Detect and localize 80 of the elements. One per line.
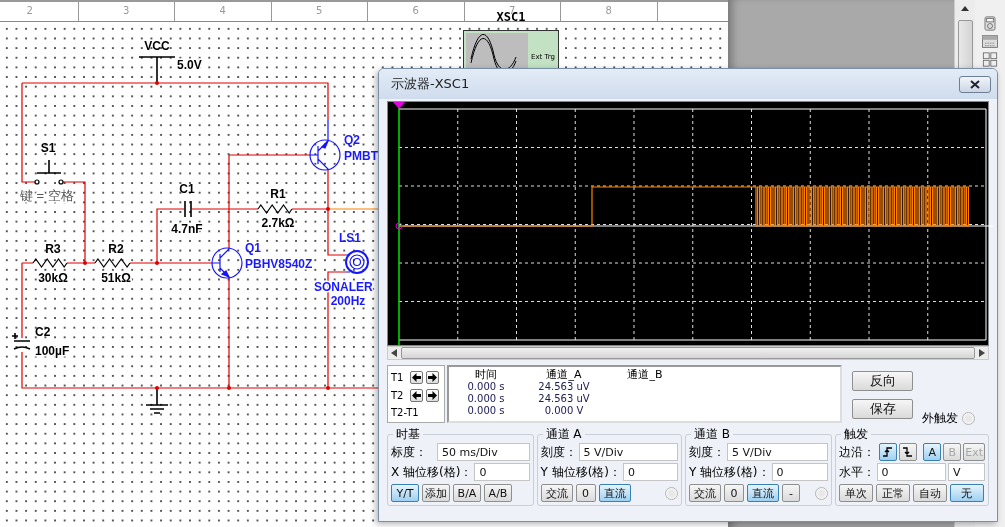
coupling-button[interactable]: 0	[575, 484, 596, 502]
channel-button[interactable]: -	[782, 484, 800, 502]
column-header: 通道_A	[545, 369, 583, 381]
readout-value: 24.563 uV	[537, 381, 591, 393]
offset-field[interactable]: 0	[623, 463, 678, 481]
field-label: 标度：	[391, 443, 427, 461]
coupling-button[interactable]: 直流	[598, 484, 631, 502]
component-value: 51kΩ	[101, 271, 131, 285]
unit-field[interactable]: V	[947, 463, 985, 481]
ruler-number: 8	[561, 2, 658, 21]
coupling-button[interactable]: 直流	[747, 484, 779, 502]
component-label: R3	[45, 242, 61, 256]
component-label: S1	[40, 141, 56, 155]
group-title: 通道 B	[693, 426, 732, 443]
window-title: 示波器-XSC1	[391, 75, 470, 93]
source-button: Ext	[963, 443, 985, 461]
cursor-label: T1	[391, 371, 405, 383]
component-value: 键 = 空格	[20, 188, 74, 203]
ruler-number: 3	[78, 2, 175, 21]
ruler-number: 2	[0, 2, 79, 21]
scale-field[interactable]: 5 V/Div	[578, 443, 678, 461]
readout-value: 0.000 s	[466, 405, 506, 417]
cursor-label: T2-T1	[391, 406, 419, 418]
level-field[interactable]: 0	[876, 463, 946, 481]
offset-field[interactable]: 0	[474, 463, 530, 481]
mode-button[interactable]: Y/T	[391, 484, 419, 502]
component-label: C1	[179, 182, 195, 196]
column-header: 时间	[474, 369, 498, 381]
component-value: 100µF	[35, 344, 70, 358]
component-value: 5.0V	[177, 58, 202, 72]
field-label: X 轴位移(格)：	[391, 463, 473, 481]
action-button[interactable]: 反向	[852, 371, 913, 391]
coupling-button[interactable]: 交流	[540, 484, 573, 502]
group-title: 触发	[842, 426, 869, 443]
component-label: VCC	[144, 39, 170, 53]
group-title: 时基	[395, 426, 421, 443]
trigger-mode-button[interactable]: 自动	[912, 484, 947, 502]
source-button: B	[943, 443, 962, 461]
ruler-number: 5	[271, 2, 368, 21]
group-title: 通道 A	[544, 426, 583, 443]
component-label: LS1	[339, 231, 361, 245]
field-label: 水平：	[838, 463, 875, 481]
component-value: 30kΩ	[38, 271, 68, 285]
offset-field[interactable]: 0	[771, 463, 828, 481]
component-value: 200Hz	[330, 294, 366, 308]
mode-button[interactable]: 添加	[422, 484, 450, 502]
field-label: 刻度：	[689, 443, 725, 461]
coupling-button[interactable]: 交流	[689, 484, 721, 502]
component-label: R2	[108, 242, 124, 256]
ext-trigger-label: 外触发	[922, 410, 958, 427]
component-value: 2.7kΩ	[261, 216, 295, 230]
component-label: Q1	[245, 241, 261, 255]
source-button[interactable]: A	[923, 443, 942, 461]
field-label: 刻度：	[540, 443, 577, 461]
action-button[interactable]: 保存	[852, 399, 913, 419]
cursor-label: T2	[391, 389, 405, 401]
trigger-mode-button[interactable]: 单次	[838, 484, 873, 502]
component-value: 4.7nF	[171, 222, 203, 236]
field-label: 边沿：	[838, 443, 875, 461]
component-value: PBHV8540Z	[245, 257, 313, 271]
scale-field[interactable]: 50 ms/Div	[437, 443, 530, 461]
trigger-mode-button[interactable]: 无	[949, 484, 984, 502]
scale-field[interactable]: 5 V/Div	[727, 443, 828, 461]
field-label: Y 轴位移(格)：	[540, 463, 621, 481]
field-label: Y 轴位移(格)：	[689, 463, 770, 481]
readout-value: 24.563 uV	[537, 393, 591, 405]
column-header: 通道_B	[626, 369, 664, 381]
mode-button[interactable]: A/B	[484, 484, 512, 502]
readout-value: 0.000 s	[466, 381, 506, 393]
component-label: Q2	[344, 133, 360, 147]
component-label: R1	[270, 187, 286, 201]
trigger-mode-button[interactable]: 正常	[875, 484, 910, 502]
mode-button[interactable]: B/A	[453, 484, 481, 502]
readout-value: 0.000 s	[466, 393, 506, 405]
ruler-number: 4	[175, 2, 272, 21]
coupling-button[interactable]: 0	[724, 484, 744, 502]
ruler-number: 6	[368, 2, 465, 21]
component-value: PMBT	[344, 149, 378, 163]
readout-value: 0.000 V	[543, 405, 585, 417]
component-label: C2	[35, 325, 51, 339]
